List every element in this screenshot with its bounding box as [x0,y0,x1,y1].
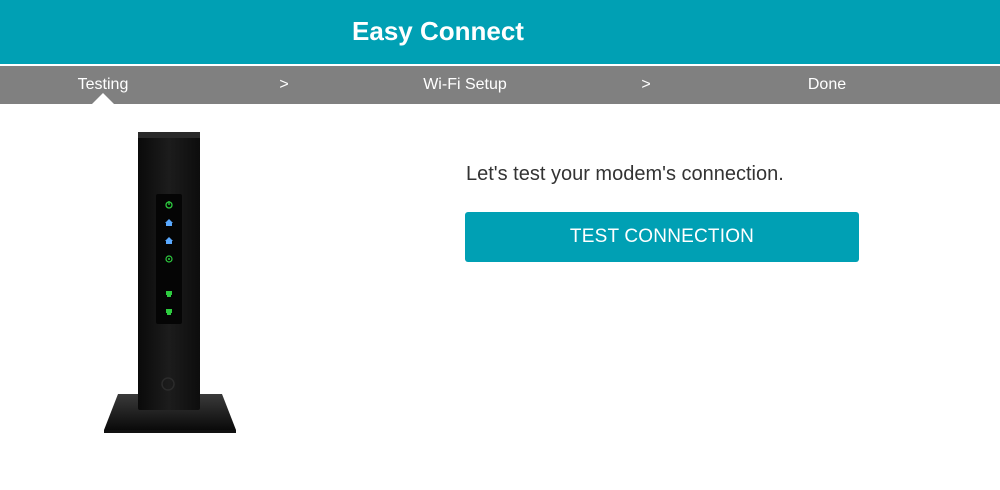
modem-image [100,128,240,438]
step-separator: > [641,76,651,93]
test-connection-button[interactable]: TEST CONNECTION [465,212,859,262]
step-wifi-setup: Wi-Fi Setup [423,76,507,93]
page-title: Easy Connect [352,16,524,46]
connection-prompt: Let's test your modem's connection. [466,163,784,185]
step-done: Done [807,76,847,93]
header-bar: Easy Connect [0,0,1000,64]
step-separator: > [279,76,289,93]
progress-steps: Testing > Wi-Fi Setup > Done [0,66,1000,104]
easy-connect-page: Easy Connect Testing > Wi-Fi Setup > Don… [0,0,1000,490]
active-step-indicator [92,93,114,104]
modem-device [104,132,236,433]
